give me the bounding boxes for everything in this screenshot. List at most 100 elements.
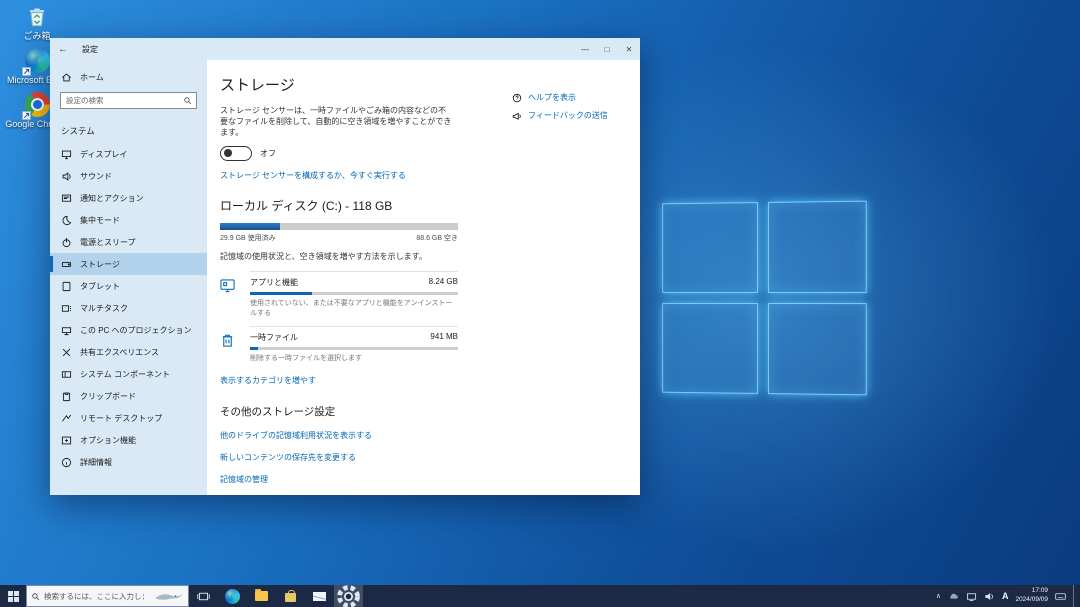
disk-free-label: 88.6 GB 空き [416,233,458,243]
hidden-icons-chevron[interactable]: ∧ [936,592,941,600]
get-help-link[interactable]: ヘルプを表示 [512,92,608,103]
sidebar-item-storage[interactable]: ストレージ [50,253,207,275]
multitask-icon [61,303,72,314]
sidebar-item-clipboard[interactable]: クリップボード [50,385,207,407]
shortcut-arrow-icon [22,67,31,76]
sidebar-item-notifications[interactable]: 通知とアクション [50,187,207,209]
manage-storage-spaces-link[interactable]: 記憶域の管理 [220,474,640,485]
sidebar-item-label: 集中モード [80,215,120,226]
sidebar-item-label: オプション機能 [80,435,136,446]
taskbar-mail-button[interactable] [305,585,334,607]
file-explorer-icon [255,591,268,601]
moon-icon [61,215,72,226]
sidebar-item-display[interactable]: ディスプレイ [50,143,207,165]
sidebar-item-label: ストレージ [80,259,120,270]
category-size: 941 MB [430,332,458,343]
task-view-icon [197,590,210,603]
shortcut-arrow-icon [22,111,31,120]
taskbar: ∧ A 17:09 2024/09/09 [0,585,1080,607]
windows-logo-wallpaper [662,201,867,396]
sidebar-item-tablet[interactable]: タブレット [50,275,207,297]
taskbar-clock[interactable]: 17:09 2024/09/09 [1015,587,1048,605]
logo-pane [662,202,758,293]
sidebar-item-shared-experiences[interactable]: 共有エクスペリエンス [50,341,207,363]
logo-pane [768,201,867,293]
sidebar-item-home[interactable]: ホーム [50,66,207,88]
category-row-apps[interactable]: アプリと機能 8.24 GB 使用されていない、または不要なアプリと機能をアンイ… [220,271,458,326]
sidebar-item-label: ホーム [80,72,104,83]
notifications-icon [61,193,72,204]
sidebar-item-focus[interactable]: 集中モード [50,209,207,231]
search-highlight-icon[interactable] [153,590,185,607]
help-links: ヘルプを表示 フィードバックの送信 [512,92,608,121]
logo-pane [662,303,758,394]
windows-start-icon [8,591,19,602]
sidebar-item-system-components[interactable]: システム コンポーネント [50,363,207,385]
clock-date: 2024/09/09 [1015,596,1048,603]
sidebar-section-label: システム [50,117,207,143]
settings-gear-icon [334,582,363,607]
back-button[interactable]: ← [58,44,76,55]
sidebar-item-multitasking[interactable]: マルチタスク [50,297,207,319]
sidebar-item-optional-features[interactable]: オプション機能 [50,429,207,451]
send-feedback-link[interactable]: フィードバックの送信 [512,110,608,121]
category-bar [250,347,458,350]
sidebar-item-about[interactable]: 詳細情報 [50,451,207,473]
category-description: 使用されていない、または不要なアプリと機能をアンインストールする [250,300,452,317]
toggle-state-label: オフ [260,148,276,159]
category-bar-fill [250,292,312,295]
chrome-icon [24,92,50,118]
taskbar-search-input[interactable] [44,592,144,601]
category-name: 一時ファイル [250,332,298,343]
category-row-temp-files[interactable]: 一時ファイル 941 MB 削除する一時ファイルを選択します [220,326,458,371]
show-desktop-button[interactable] [1073,585,1078,607]
sidebar-item-label: 通知とアクション [80,193,144,204]
settings-search-input[interactable] [60,92,197,109]
close-button[interactable]: ✕ [618,38,640,60]
volume-icon[interactable] [984,591,995,602]
taskbar-store-button[interactable] [276,585,305,607]
tablet-icon [61,281,72,292]
storage-sense-toggle[interactable] [220,146,252,161]
other-drives-usage-link[interactable]: 他のドライブの記憶域利用状況を表示する [220,430,640,441]
disk-used-label: 29.9 GB 使用済み [220,233,276,243]
sidebar-item-label: システム コンポーネント [80,369,170,380]
share-icon [61,347,72,358]
sidebar-item-sound[interactable]: サウンド [50,165,207,187]
minimize-button[interactable]: — [574,38,596,60]
help-icon [512,93,522,103]
microsoft-store-icon [285,593,296,602]
ime-mode-indicator[interactable]: A [1002,591,1009,601]
temp-files-trash-icon [220,326,250,371]
settings-sidebar: ホーム システム ディスプレイ サウンド 通知とアクション 集中モード [50,60,207,495]
onedrive-cloud-icon[interactable] [948,591,959,602]
network-icon[interactable] [966,591,977,602]
edge-icon [225,589,240,604]
taskbar-search[interactable] [26,585,189,607]
sidebar-item-power[interactable]: 電源とスリープ [50,231,207,253]
configure-storage-sense-link[interactable]: ストレージ センサーを構成するか、今すぐ実行する [220,170,406,181]
storage-drive-icon [61,259,72,270]
send-feedback-label[interactable]: フィードバックの送信 [528,110,608,121]
task-view-button[interactable] [189,585,218,607]
search-icon [183,96,192,105]
show-more-categories-link[interactable]: 表示するカテゴリを増やす [220,375,316,386]
components-icon [61,369,72,380]
maximize-button[interactable]: □ [596,38,618,60]
category-name: アプリと機能 [250,277,298,288]
sidebar-item-projecting[interactable]: この PC へのプロジェクション [50,319,207,341]
category-size: 8.24 GB [429,277,458,288]
taskbar-explorer-button[interactable] [247,585,276,607]
touch-keyboard-icon[interactable] [1055,591,1066,602]
taskbar-settings-button[interactable] [334,585,363,607]
category-bar [250,292,458,295]
taskbar-edge-button[interactable] [218,585,247,607]
recycle-bin-icon [24,4,50,30]
apps-features-icon [220,271,250,326]
change-save-location-link[interactable]: 新しいコンテンツの保存先を変更する [220,452,640,463]
recycle-bin-shortcut[interactable]: ごみ箱 [0,4,74,42]
get-help-label[interactable]: ヘルプを表示 [528,92,576,103]
logo-pane [768,303,867,395]
sidebar-item-remote-desktop[interactable]: リモート デスクトップ [50,407,207,429]
start-button[interactable] [0,585,26,607]
